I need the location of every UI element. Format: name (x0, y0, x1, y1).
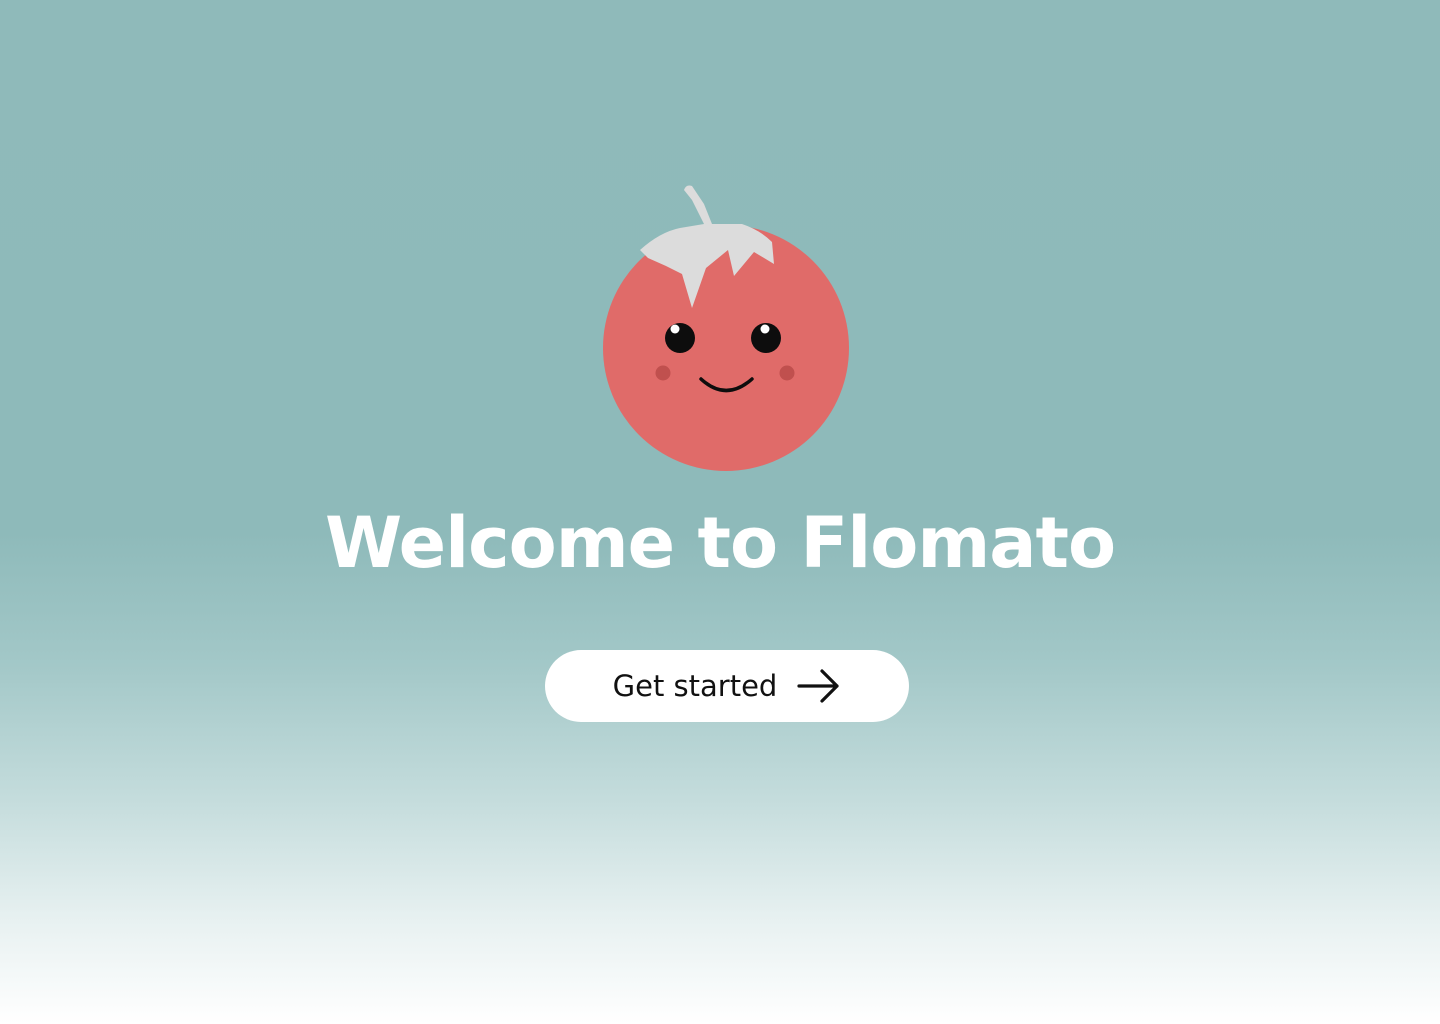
tomato-mascot-icon (600, 180, 852, 474)
tomato-body (603, 225, 849, 471)
welcome-title: Welcome to Flomato (324, 502, 1116, 584)
arrow-right-icon (797, 669, 839, 703)
get-started-label: Get started (612, 668, 778, 703)
left-eye (665, 323, 695, 353)
right-cheek (779, 365, 795, 381)
get-started-button[interactable]: Get started (545, 650, 909, 722)
left-cheek (655, 365, 671, 381)
